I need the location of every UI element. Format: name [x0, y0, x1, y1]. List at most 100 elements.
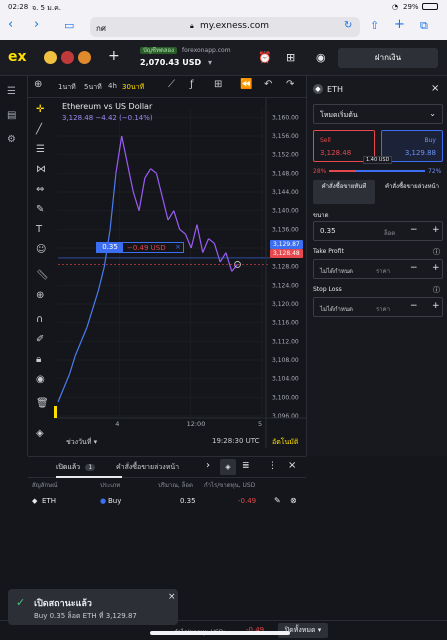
- tabs-icon[interactable]: ⧉: [420, 19, 428, 33]
- sentiment-sell-fill: [329, 170, 356, 172]
- instrument-flag-icon[interactable]: [61, 51, 74, 64]
- volume-minus-button[interactable]: −: [410, 225, 418, 235]
- pending-order-tab[interactable]: คำสั่งซื้อขายล่วงหน้า: [381, 180, 443, 204]
- sell-label: Sell: [320, 137, 331, 144]
- close-row-icon[interactable]: ⊗: [290, 496, 297, 505]
- menu-icon[interactable]: ☰: [7, 86, 16, 97]
- rewind-icon[interactable]: ⏪: [240, 79, 252, 90]
- calendar-icon[interactable]: ▤: [7, 110, 16, 121]
- pattern-icon[interactable]: ⋈: [36, 164, 46, 175]
- text-icon[interactable]: T: [36, 224, 42, 235]
- volume-plus-button[interactable]: +: [432, 225, 440, 235]
- back-icon[interactable]: ‹: [8, 17, 13, 32]
- book-icon[interactable]: ▭: [64, 19, 74, 32]
- tp-info-icon[interactable]: ⓘ: [433, 247, 440, 257]
- lock-tool-icon[interactable]: 🔒︎: [36, 354, 41, 365]
- spread-badge: 1.40 USD: [363, 156, 393, 164]
- exness-logo[interactable]: ex: [8, 49, 27, 65]
- table-row[interactable]: ◆ ETH ● Buy 0.35 -0.49 ✎ ⊗: [28, 495, 306, 511]
- crosshair-icon[interactable]: ✛: [36, 104, 44, 115]
- chart-svg[interactable]: 3,160.00 3,156.00 3,152.00 3,148.00 3,144.00…: [54, 98, 306, 448]
- close-position-icon[interactable]: ×: [175, 243, 181, 251]
- interval-1m[interactable]: 1นาที: [58, 82, 76, 93]
- url-bar[interactable]: กศ 🔒︎ my.exness.com ↻: [90, 17, 360, 37]
- measure-icon[interactable]: ⇔: [36, 184, 44, 195]
- zoom-icon[interactable]: ⊕: [36, 290, 44, 301]
- close-panel-icon[interactable]: ×: [431, 83, 439, 94]
- volume-input[interactable]: 0.35 ล็อต − +: [313, 221, 443, 241]
- status-time: 02:28: [8, 3, 29, 11]
- price-line-segment: [138, 177, 146, 211]
- time-range-select[interactable]: ช่วงวันที่ ▾: [66, 437, 97, 448]
- price-line-segment: [150, 168, 157, 174]
- more-icon[interactable]: ⋮: [268, 461, 277, 471]
- redo-icon[interactable]: ↷: [286, 79, 294, 90]
- edit-icon[interactable]: ✎: [274, 496, 281, 505]
- interval-30m[interactable]: 30นาที: [122, 82, 144, 93]
- profile-icon[interactable]: ◉: [316, 51, 326, 64]
- alarm-icon[interactable]: ⏰: [258, 51, 272, 64]
- account-type[interactable]: บัญชีทดลอง forexonapp.com: [140, 45, 231, 55]
- chart-type-icon[interactable]: ⟋: [168, 79, 175, 90]
- brush-icon[interactable]: ✎: [36, 204, 44, 215]
- stack-icon[interactable]: ≣: [242, 461, 250, 471]
- auto-scale-button[interactable]: อัตโนมัติ: [272, 437, 298, 448]
- trendline-icon[interactable]: ╱: [36, 124, 42, 135]
- sl-value: ไม่ได้กำหนด: [320, 306, 353, 313]
- close-toast-icon[interactable]: ×: [168, 592, 176, 602]
- position-line[interactable]: 0.35 −0.49 USD ×: [96, 242, 184, 253]
- tab-open[interactable]: เปิดแล้ว 1: [56, 462, 96, 473]
- order-mode-select[interactable]: โหมดเริ่มต้น ⌄: [313, 104, 443, 124]
- new-tab-icon[interactable]: +: [394, 17, 405, 32]
- deposit-button[interactable]: ฝากเงิน: [338, 48, 438, 68]
- interval-5m[interactable]: 5นาที: [84, 82, 102, 93]
- pencil-lock-icon[interactable]: ✐: [36, 334, 44, 345]
- forward-icon[interactable]: ›: [34, 17, 39, 32]
- trash-icon[interactable]: 🗑︎: [36, 398, 49, 409]
- eye-icon[interactable]: ◉: [36, 374, 45, 385]
- share-icon[interactable]: ⇧: [370, 19, 379, 32]
- chevron-right-icon[interactable]: ›: [206, 460, 210, 471]
- tp-unit[interactable]: ราคา: [376, 266, 390, 276]
- tp-plus-button[interactable]: +: [432, 263, 440, 273]
- account-balance[interactable]: 2,070.43 USD ▾: [140, 58, 212, 67]
- layers-icon[interactable]: ◈: [36, 428, 44, 439]
- emoji-icon[interactable]: ☺: [36, 244, 46, 255]
- take-profit-input[interactable]: ไม่ได้กำหนด ราคา − +: [313, 259, 443, 279]
- apps-grid-icon[interactable]: ⊞: [286, 51, 295, 64]
- price-line-segment: [213, 243, 221, 263]
- sl-plus-button[interactable]: +: [432, 301, 440, 311]
- toast-title: เปิดสถานะแล้ว: [34, 599, 92, 609]
- price-line-segment: [126, 163, 134, 193]
- tp-label: Take Profit: [313, 248, 344, 255]
- y-tick-label: 3,108.00: [272, 357, 299, 364]
- interval-4h[interactable]: 4h: [108, 82, 117, 90]
- sl-unit[interactable]: ราคา: [376, 304, 390, 314]
- sl-minus-button[interactable]: −: [410, 301, 418, 311]
- sl-info-icon[interactable]: ⓘ: [433, 285, 440, 295]
- close-tabs-icon[interactable]: ×: [288, 460, 296, 471]
- stop-loss-input[interactable]: ไม่ได้กำหนด ราคา − +: [313, 297, 443, 317]
- fib-icon[interactable]: ☰: [36, 144, 45, 155]
- tp-minus-button[interactable]: −: [410, 263, 418, 273]
- indicators-icon[interactable]: ƒ: [190, 79, 194, 90]
- add-indicator-icon[interactable]: ⊕: [34, 79, 42, 90]
- magnet-icon[interactable]: ∩: [36, 314, 43, 325]
- instrument-flag-icon[interactable]: [78, 51, 91, 64]
- add-instrument-icon[interactable]: +: [108, 48, 120, 64]
- layout-icon[interactable]: ⊞: [214, 79, 222, 90]
- tab-pending[interactable]: คำสั่งซื้อขายล่วงหน้า: [116, 462, 179, 473]
- undo-icon[interactable]: ↶: [264, 79, 272, 90]
- market-order-tab[interactable]: คำสั่งซื้อขายทันที: [313, 180, 375, 204]
- instrument-flag-icon[interactable]: [44, 51, 57, 64]
- row-pnl: -0.49: [238, 497, 257, 505]
- ruler-icon[interactable]: 📏︎: [36, 270, 49, 281]
- url-text: my.exness.com: [200, 21, 270, 31]
- layers-view-icon[interactable]: ◈: [220, 459, 236, 475]
- y-tick-label: 3,144.00: [272, 189, 299, 196]
- status-date: จ. 5 ม.ค.: [32, 4, 61, 12]
- settings-icon[interactable]: ⚙: [7, 134, 16, 145]
- price-chart[interactable]: 3,160.00 3,156.00 3,152.00 3,148.00 3,144.00…: [54, 98, 306, 448]
- open-count-badge: 1: [85, 464, 96, 471]
- reload-icon[interactable]: ↻: [344, 20, 352, 31]
